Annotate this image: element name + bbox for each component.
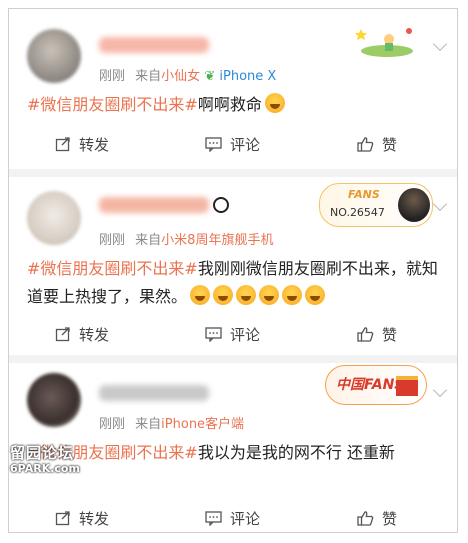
username-blurred[interactable]: [99, 385, 209, 401]
source-prefix: 来自: [135, 417, 162, 432]
laughing-face-icon: [213, 285, 234, 305]
source-prefix: 来自: [135, 233, 162, 248]
repost-button[interactable]: 转发: [55, 503, 110, 532]
comment-label: 评论: [230, 135, 261, 154]
laughing-face-icon: [305, 285, 326, 305]
tiananmen-icon: [396, 376, 418, 396]
thumbs-up-icon: [357, 327, 374, 342]
post-text: 啊啊救命: [197, 95, 262, 114]
repost-button[interactable]: 转发: [55, 319, 109, 349]
divider: [9, 355, 457, 363]
fans-badge-title: FANS: [348, 188, 380, 201]
post-time: 刚刚: [99, 233, 126, 248]
laughing-face-icon: [190, 285, 211, 305]
fans-badge[interactable]: FANS NO.26547: [319, 183, 433, 227]
like-button[interactable]: 赞: [357, 503, 398, 532]
avatar[interactable]: [27, 191, 81, 245]
watermark-line2: 6PARK.com: [10, 462, 80, 475]
username-blurred[interactable]: [99, 197, 209, 213]
fans-badge-number: NO.26547: [330, 206, 385, 219]
avatar[interactable]: [27, 373, 81, 427]
comment-icon: [205, 137, 222, 152]
little-prince-icon: [355, 28, 413, 57]
comment-icon: [205, 327, 222, 342]
screaming-face-icon: [264, 93, 285, 113]
decoration-badge: [349, 23, 419, 59]
post-text: 我以为是我的网不行 还重新: [197, 443, 395, 462]
repost-label: 转发: [79, 325, 110, 344]
avatar[interactable]: [27, 29, 81, 83]
post-content: #微信朋友圈刷不出来#我刚刚微信朋友圈刷不出来，就知道要上热搜了，果然。: [27, 255, 442, 311]
repost-icon: [55, 137, 70, 152]
like-button[interactable]: 赞: [357, 129, 397, 159]
post-1[interactable]: 刚刚 来自小仙女 ❦ iPhone X #微信朋友圈刷不出来#啊啊救命 转发 评…: [9, 9, 457, 169]
comment-button[interactable]: 评论: [205, 503, 261, 532]
panda-icon: [213, 197, 229, 213]
repost-button[interactable]: 转发: [55, 129, 109, 159]
chevron-down-icon[interactable]: [432, 36, 448, 52]
username-blurred[interactable]: [99, 37, 209, 53]
thumbs-up-icon: [357, 511, 374, 526]
post-meta: 刚刚 来自小仙女 ❦ iPhone X: [99, 65, 276, 84]
divider: [9, 169, 457, 177]
china-fans-badge[interactable]: 中国FANS: [325, 365, 427, 405]
like-label: 赞: [382, 135, 398, 154]
post-time: 刚刚: [99, 69, 126, 84]
hashtag[interactable]: #微信朋友圈刷不出来#: [27, 259, 198, 278]
repost-label: 转发: [79, 509, 110, 528]
watermark-line1: 留园论坛: [10, 444, 75, 462]
chevron-down-icon[interactable]: [432, 382, 448, 398]
laughing-face-icon: [259, 285, 280, 305]
comment-icon: [205, 511, 222, 526]
post-2[interactable]: FANS NO.26547 刚刚 来自小米8周年旗舰手机 #微信朋友圈刷不出来#…: [9, 177, 457, 355]
comment-button[interactable]: 评论: [205, 129, 260, 159]
repost-icon: [55, 327, 70, 342]
comment-label: 评论: [230, 325, 261, 344]
bird-icon: ❦: [204, 69, 216, 84]
post-content: #微信朋友圈刷不出来#啊啊救命: [27, 91, 442, 119]
laughing-face-icon: [282, 285, 303, 305]
post-source[interactable]: 小仙女: [161, 69, 200, 84]
source-prefix: 来自: [135, 69, 162, 84]
chevron-down-icon[interactable]: [432, 196, 448, 212]
comment-label: 评论: [230, 509, 261, 528]
celebrity-avatar-icon: [398, 188, 430, 222]
like-button[interactable]: 赞: [357, 319, 397, 349]
site-watermark: 留园论坛 6PARK.com: [0, 438, 90, 482]
china-fans-badge-title: 中国FANS: [336, 377, 405, 393]
comment-button[interactable]: 评论: [205, 319, 260, 349]
post-meta: 刚刚 来自iPhone客户端: [99, 413, 244, 432]
like-label: 赞: [382, 509, 398, 528]
action-bar: 转发 评论 赞: [9, 319, 457, 349]
hashtag[interactable]: #微信朋友圈刷不出来#: [27, 95, 198, 114]
action-bar: 转发 评论 赞: [9, 129, 457, 159]
like-label: 赞: [382, 325, 398, 344]
repost-icon: [55, 511, 70, 526]
post-time: 刚刚: [99, 417, 126, 432]
action-bar: 转发 评论 赞: [9, 503, 457, 532]
laughing-face-icon: [236, 285, 257, 305]
repost-label: 转发: [79, 135, 110, 154]
post-source[interactable]: iPhone客户端: [161, 417, 244, 432]
post-device[interactable]: iPhone X: [219, 69, 276, 84]
post-source[interactable]: 小米8周年旗舰手机: [161, 233, 273, 248]
post-meta: 刚刚 来自小米8周年旗舰手机: [99, 229, 273, 248]
thumbs-up-icon: [357, 137, 374, 152]
